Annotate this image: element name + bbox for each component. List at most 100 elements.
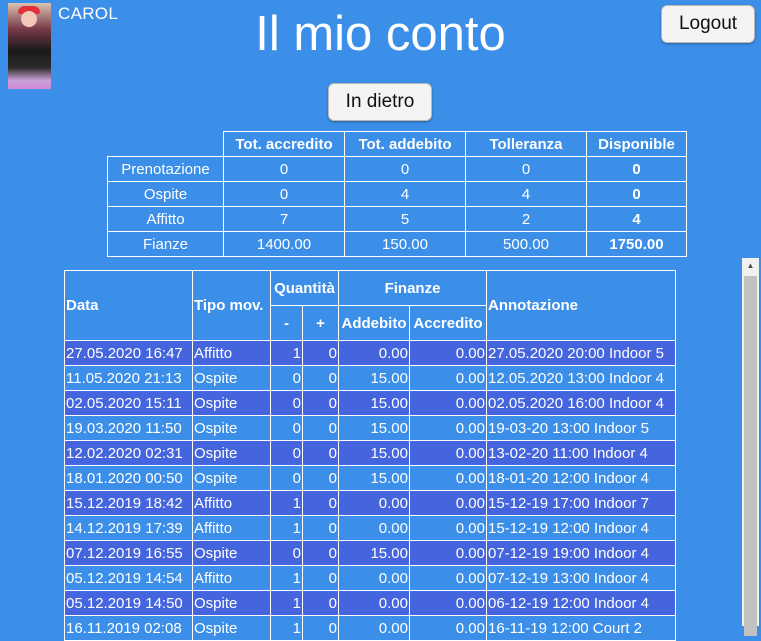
cell-data: 19.03.2020 11:50 (64, 415, 193, 441)
cell-data: 02.05.2020 15:11 (64, 390, 193, 416)
cell-tipo: Ospite (192, 540, 271, 566)
cell-plus: 0 (302, 465, 339, 491)
summary-cell-disponible: 1750.00 (586, 231, 687, 257)
summary-cell: 2 (465, 206, 587, 232)
movements-table: Data Tipo mov. Quantità Finanze Annotazi… (64, 270, 676, 641)
summary-row: Prenotazione 0 0 0 0 (107, 156, 687, 182)
cell-tipo: Affitto (192, 515, 271, 541)
summary-row-label: Prenotazione (107, 156, 224, 182)
cell-annotazione: 07-12-19 19:00 Indoor 4 (486, 540, 676, 566)
scroll-thumb[interactable] (744, 276, 757, 636)
summary-table: Tot. accredito Tot. addebito Tolleranza … (107, 131, 687, 257)
cell-addebito: 15.00 (338, 540, 410, 566)
cell-minus: 1 (270, 590, 303, 616)
cell-plus: 0 (302, 565, 339, 591)
table-row: 11.05.2020 21:13 Ospite 0 0 15.00 0.00 12.05.2… (64, 365, 676, 391)
summary-cell-disponible: 0 (586, 181, 687, 207)
cell-accredito: 0.00 (409, 465, 487, 491)
col-header-data: Data (64, 270, 193, 341)
table-row: 18.01.2020 00:50 Ospite 0 0 15.00 0.00 18-01-2… (64, 465, 676, 491)
cell-accredito: 0.00 (409, 415, 487, 441)
cell-accredito: 0.00 (409, 365, 487, 391)
cell-addebito: 15.00 (338, 465, 410, 491)
cell-annotazione: 06-12-19 12:00 Indoor 4 (486, 590, 676, 616)
logout-button[interactable]: Logout (661, 5, 755, 43)
cell-plus: 0 (302, 440, 339, 466)
cell-addebito: 0.00 (338, 565, 410, 591)
summary-row-label: Ospite (107, 181, 224, 207)
cell-accredito: 0.00 (409, 490, 487, 516)
summary-col-header: Tot. addebito (344, 131, 466, 157)
summary-cell: 500.00 (465, 231, 587, 257)
cell-data: 16.11.2019 02:08 (64, 615, 193, 641)
cell-plus: 0 (302, 415, 339, 441)
cell-minus: 0 (270, 440, 303, 466)
cell-addebito: 0.00 (338, 590, 410, 616)
cell-annotazione: 02.05.2020 16:00 Indoor 4 (486, 390, 676, 416)
cell-accredito: 0.00 (409, 515, 487, 541)
summary-cell: 5 (344, 206, 466, 232)
cell-data: 18.01.2020 00:50 (64, 465, 193, 491)
table-row: 27.05.2020 16:47 Affitto 1 0 0.00 0.00 27.05.2… (64, 340, 676, 366)
cell-minus: 1 (270, 490, 303, 516)
col-header-plus: + (302, 305, 339, 341)
summary-header-row: Tot. accredito Tot. addebito Tolleranza … (108, 131, 687, 157)
col-header-tipo: Tipo mov. (192, 270, 271, 341)
cell-minus: 0 (270, 390, 303, 416)
table-row: 15.12.2019 18:42 Affitto 1 0 0.00 0.00 15-12-1… (64, 490, 676, 516)
back-button[interactable]: In dietro (328, 83, 432, 121)
cell-accredito: 0.00 (409, 565, 487, 591)
cell-data: 07.12.2019 16:55 (64, 540, 193, 566)
cell-plus: 0 (302, 540, 339, 566)
cell-tipo: Affitto (192, 340, 271, 366)
cell-annotazione: 16-11-19 12:00 Court 2 (486, 615, 676, 641)
cell-minus: 1 (270, 565, 303, 591)
col-header-finanze: Finanze (338, 270, 487, 306)
cell-tipo: Ospite (192, 365, 271, 391)
vertical-scrollbar[interactable]: ▲ (742, 258, 759, 636)
movements-body: 27.05.2020 16:47 Affitto 1 0 0.00 0.00 27.05.2… (64, 340, 676, 641)
summary-row: Fianze 1400.00 150.00 500.00 1750.00 (107, 231, 687, 257)
summary-col-header: Disponible (586, 131, 687, 157)
cell-data: 27.05.2020 16:47 (64, 340, 193, 366)
cell-annotazione: 15-12-19 12:00 Indoor 4 (486, 515, 676, 541)
cell-tipo: Ospite (192, 415, 271, 441)
cell-tipo: Ospite (192, 440, 271, 466)
cell-tipo: Ospite (192, 615, 271, 641)
cell-data: 14.12.2019 17:39 (64, 515, 193, 541)
cell-annotazione: 19-03-20 13:00 Indoor 5 (486, 415, 676, 441)
cell-accredito: 0.00 (409, 440, 487, 466)
col-header-minus: - (270, 305, 303, 341)
page-title: Il mio conto (255, 7, 506, 61)
cell-tipo: Ospite (192, 465, 271, 491)
cell-minus: 0 (270, 415, 303, 441)
cell-addebito: 0.00 (338, 490, 410, 516)
cell-data: 11.05.2020 21:13 (64, 365, 193, 391)
cell-accredito: 0.00 (409, 540, 487, 566)
table-row: 02.05.2020 15:11 Ospite 0 0 15.00 0.00 02.05.2… (64, 390, 676, 416)
cell-data: 05.12.2019 14:54 (64, 565, 193, 591)
cell-addebito: 15.00 (338, 415, 410, 441)
scroll-up-arrow-icon[interactable]: ▲ (742, 258, 759, 274)
table-row: 16.11.2019 02:08 Ospite 1 0 0.00 0.00 16-11-19… (64, 615, 676, 641)
summary-cell: 0 (223, 156, 345, 182)
cell-data: 12.02.2020 02:31 (64, 440, 193, 466)
cell-tipo: Affitto (192, 490, 271, 516)
cell-annotazione: 12.05.2020 13:00 Indoor 4 (486, 365, 676, 391)
summary-cell: 4 (344, 181, 466, 207)
cell-accredito: 0.00 (409, 590, 487, 616)
summary-cell: 0 (223, 181, 345, 207)
summary-cell: 0 (344, 156, 466, 182)
cell-accredito: 0.00 (409, 615, 487, 641)
table-row: 07.12.2019 16:55 Ospite 0 0 15.00 0.00 07-12-1… (64, 540, 676, 566)
cell-plus: 0 (302, 615, 339, 641)
cell-tipo: Ospite (192, 590, 271, 616)
cell-plus: 0 (302, 590, 339, 616)
summary-cell: 0 (465, 156, 587, 182)
cell-annotazione: 13-02-20 11:00 Indoor 4 (486, 440, 676, 466)
cell-tipo: Ospite (192, 390, 271, 416)
summary-row: Affitto 7 5 2 4 (107, 206, 687, 232)
summary-row-label: Affitto (107, 206, 224, 232)
cell-annotazione: 15-12-19 17:00 Indoor 7 (486, 490, 676, 516)
table-row: 14.12.2019 17:39 Affitto 1 0 0.00 0.00 15-12-1… (64, 515, 676, 541)
